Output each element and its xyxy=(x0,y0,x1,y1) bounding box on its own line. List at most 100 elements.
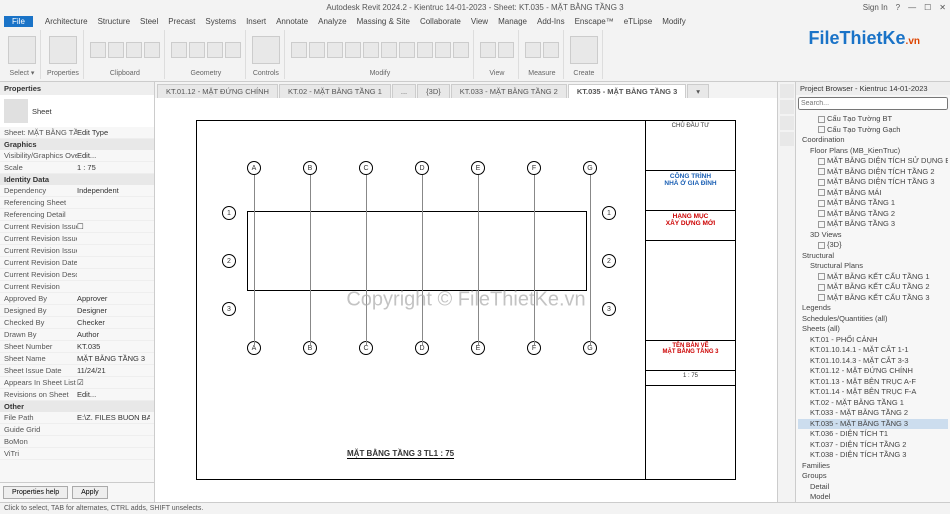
prop-row[interactable]: DependencyIndependent xyxy=(0,185,154,197)
prop-value[interactable]: KT.035 xyxy=(77,342,150,351)
properties-help-button[interactable]: Properties help xyxy=(3,486,68,499)
tree-node[interactable]: KT.01.12 - MẶT ĐỨNG CHÍNH xyxy=(798,366,948,377)
prop-row[interactable]: ViTri xyxy=(0,448,154,460)
prop-row[interactable]: Visibility/Graphics Overrid...Edit... xyxy=(0,150,154,162)
prop-value[interactable]: Independent xyxy=(77,186,150,195)
prop-value[interactable]: Edit... xyxy=(77,151,150,160)
tree-node[interactable]: KT.01 - PHỐI CẢNH xyxy=(798,335,948,346)
view-tab[interactable]: KT.02 - MẶT BẰNG TẦNG 1 xyxy=(279,84,391,98)
tree-node[interactable]: Structural Plans xyxy=(798,261,948,272)
ribbon-button[interactable] xyxy=(252,36,280,64)
ribbon-button[interactable] xyxy=(570,36,598,64)
tree-node[interactable]: Detail xyxy=(798,482,948,493)
prop-row[interactable]: Current Revision Issued To xyxy=(0,245,154,257)
menu-view[interactable]: View xyxy=(466,16,493,27)
menu-etlipse[interactable]: eTLipse xyxy=(619,16,657,27)
tree-node[interactable]: MẶT BẰNG KẾT CẤU TẦNG 1 xyxy=(798,272,948,283)
tree-node[interactable]: Sheets (all) xyxy=(798,324,948,335)
tree-node[interactable]: KT.01.13 - MẶT BÊN TRỤC A-F xyxy=(798,377,948,388)
ribbon-button[interactable] xyxy=(417,42,433,58)
apply-button[interactable]: Apply xyxy=(72,486,108,499)
visibility-checkbox[interactable] xyxy=(818,126,825,133)
prop-value[interactable] xyxy=(77,234,150,243)
tree-node[interactable]: MẶT BẰNG KẾT CẤU TẦNG 3 xyxy=(798,293,948,304)
visibility-checkbox[interactable] xyxy=(818,189,825,196)
prop-row[interactable]: Appears In Sheet List☑ xyxy=(0,377,154,389)
prop-value[interactable] xyxy=(77,258,150,267)
prop-value[interactable]: 1 : 75 xyxy=(77,163,150,172)
ribbon-button[interactable] xyxy=(327,42,343,58)
prop-value[interactable]: Edit... xyxy=(77,390,150,399)
view-tab[interactable]: KT.01.12 - MẶT ĐỨNG CHÍNH xyxy=(157,84,278,98)
tree-node[interactable]: 3D Views xyxy=(798,230,948,241)
menu-collaborate[interactable]: Collaborate xyxy=(415,16,466,27)
visibility-checkbox[interactable] xyxy=(818,284,825,291)
prop-value[interactable]: Author xyxy=(77,330,150,339)
visibility-checkbox[interactable] xyxy=(818,116,825,123)
prop-row[interactable]: Sheet NumberKT.035 xyxy=(0,341,154,353)
menu-steel[interactable]: Steel xyxy=(135,16,163,27)
ribbon-button[interactable] xyxy=(171,42,187,58)
ribbon-button[interactable] xyxy=(144,42,160,58)
tree-node[interactable]: Legends xyxy=(798,303,948,314)
prop-value[interactable] xyxy=(77,270,150,279)
prop-row[interactable]: Drawn ByAuthor xyxy=(0,329,154,341)
nav-home-icon[interactable] xyxy=(780,84,794,98)
prop-row[interactable]: Sheet Issue Date11/24/21 xyxy=(0,365,154,377)
tree-node[interactable]: KT.01.14 - MẶT BÊN TRỤC F-A xyxy=(798,387,948,398)
tree-node[interactable]: Cấu Tạo Tường Gạch xyxy=(798,125,948,136)
tree-node[interactable]: KT.033 - MẶT BẰNG TẦNG 2 xyxy=(798,408,948,419)
ribbon-button[interactable] xyxy=(49,36,77,64)
prop-value[interactable] xyxy=(77,198,150,207)
ribbon-button[interactable] xyxy=(90,42,106,58)
tree-node[interactable]: Floor Plans (MB_KienTruc) xyxy=(798,146,948,157)
prop-value[interactable]: Designer xyxy=(77,306,150,315)
view-tab[interactable]: KT.035 - MẶT BẰNG TẦNG 3 xyxy=(568,84,686,98)
prop-row[interactable]: Current Revision xyxy=(0,281,154,293)
tree-node[interactable]: {3D} xyxy=(798,240,948,251)
visibility-checkbox[interactable] xyxy=(818,294,825,301)
tree-node[interactable]: KT.036 - DIỆN TÍCH T1 xyxy=(798,429,948,440)
visibility-checkbox[interactable] xyxy=(818,210,825,217)
visibility-checkbox[interactable] xyxy=(818,179,825,186)
prop-value[interactable]: Approver xyxy=(77,294,150,303)
menu-structure[interactable]: Structure xyxy=(93,16,135,27)
ribbon-button[interactable] xyxy=(291,42,307,58)
prop-value[interactable]: 11/24/21 xyxy=(77,366,150,375)
prop-row[interactable]: Current Revision Issued By xyxy=(0,233,154,245)
prop-value[interactable]: ☐ xyxy=(77,222,150,231)
tree-node[interactable]: MẶT BẰNG TẦNG 2 xyxy=(798,209,948,220)
tree-node[interactable]: Schedules/Quantities (all) xyxy=(798,314,948,325)
ribbon-button[interactable] xyxy=(309,42,325,58)
tree-node[interactable]: KT.037 - DIỆN TÍCH TẦNG 2 xyxy=(798,440,948,451)
prop-value[interactable]: ☑ xyxy=(77,378,150,387)
prop-group[interactable]: Other xyxy=(0,401,154,412)
prop-row[interactable]: Revisions on SheetEdit... xyxy=(0,389,154,401)
menu-annotate[interactable]: Annotate xyxy=(271,16,313,27)
prop-value[interactable]: Checker xyxy=(77,318,150,327)
prop-row[interactable]: Sheet NameMẶT BẰNG TẦNG 3 xyxy=(0,353,154,365)
instance-selector[interactable]: Sheet: MẶT BẰNG TẦNG 3 xyxy=(4,128,77,137)
prop-row[interactable]: BoMon xyxy=(0,436,154,448)
prop-value[interactable] xyxy=(77,437,150,446)
tree-node[interactable]: MẶT BẰNG DIỆN TÍCH SỬ DỤNG BẰN xyxy=(798,156,948,167)
prop-row[interactable]: Current Revision Descripti... xyxy=(0,269,154,281)
nav-wheel-icon[interactable] xyxy=(780,100,794,114)
prop-row[interactable]: Checked ByChecker xyxy=(0,317,154,329)
minimize-icon[interactable]: — xyxy=(908,3,916,12)
tree-node[interactable]: MẶT BẰNG DIỆN TÍCH TẦNG 2 xyxy=(798,167,948,178)
visibility-checkbox[interactable] xyxy=(818,200,825,207)
signin-button[interactable]: Sign In xyxy=(863,3,888,12)
close-icon[interactable]: ✕ xyxy=(939,3,946,12)
prop-row[interactable]: File PathE:\Z. FILES BUON BAN\H... xyxy=(0,412,154,424)
maximize-icon[interactable]: ☐ xyxy=(924,3,931,12)
tree-node[interactable]: MẶT BẰNG MÁI xyxy=(798,188,948,199)
prop-row[interactable]: Scale1 : 75 xyxy=(0,162,154,174)
edit-type-button[interactable]: Edit Type xyxy=(77,128,150,137)
visibility-checkbox[interactable] xyxy=(818,221,825,228)
visibility-checkbox[interactable] xyxy=(818,168,825,175)
menu-precast[interactable]: Precast xyxy=(163,16,200,27)
ribbon-button[interactable] xyxy=(399,42,415,58)
tree-node[interactable]: MẶT BẰNG KẾT CẤU TẦNG 2 xyxy=(798,282,948,293)
tree-node[interactable]: KT.01.10.14.3 - MẶT CẮT 3-3 xyxy=(798,356,948,367)
